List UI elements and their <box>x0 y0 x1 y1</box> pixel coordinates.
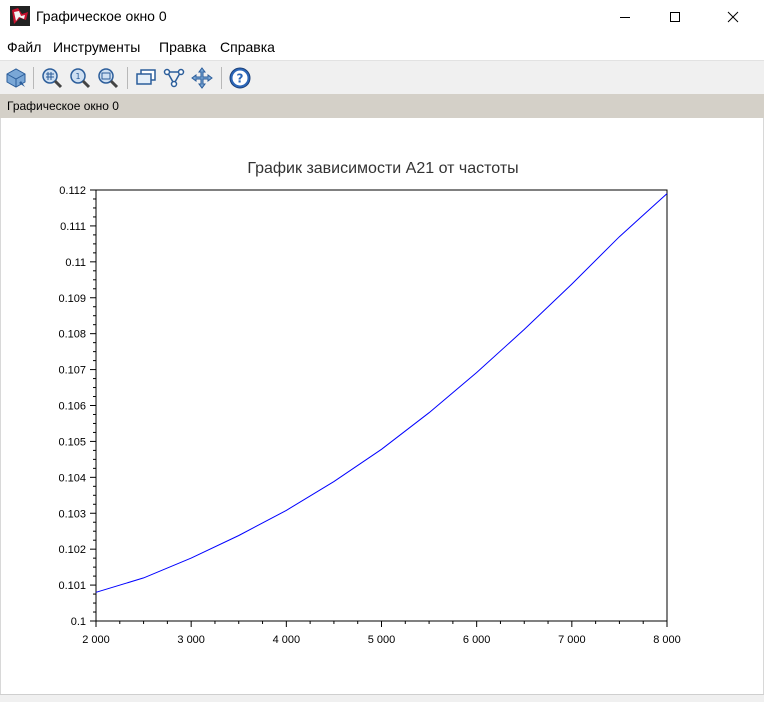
figure-label-bar: Графическое окно 0 <box>0 94 764 118</box>
maximize-button[interactable] <box>652 0 698 34</box>
y-tick-label: 0.101 <box>58 580 86 592</box>
menu-file[interactable]: Файл <box>7 39 41 55</box>
status-strip <box>0 694 764 702</box>
graphics-window: Графическое окно 0 Файл Инструменты Прав… <box>0 0 764 702</box>
y-tick-label: 0.1 <box>71 616 86 628</box>
title-bar[interactable]: Графическое окно 0 <box>0 0 764 34</box>
y-tick-label: 0.104 <box>58 472 86 484</box>
chart-title: График зависимости А21 от частоты <box>247 160 518 177</box>
menu-edit[interactable]: Правка <box>159 39 206 55</box>
y-tick-label: 0.107 <box>58 365 86 377</box>
x-tick-label: 2 000 <box>82 634 110 646</box>
y-axis: 0.1 0.101 0.102 0.103 0.104 0.105 0.106 0.107 0.… <box>58 185 96 628</box>
zoom-area-icon[interactable] <box>40 66 64 90</box>
scilab-app-icon <box>10 6 30 26</box>
pan-icon[interactable] <box>190 66 214 90</box>
x-tick-label: 8 000 <box>653 634 681 646</box>
x-tick-label: 6 000 <box>463 634 491 646</box>
svg-text:?: ? <box>237 72 244 86</box>
x-tick-label: 3 000 <box>177 634 205 646</box>
x-tick-label: 7 000 <box>558 634 586 646</box>
menu-help[interactable]: Справка <box>220 39 275 55</box>
series-layer <box>95 193 668 593</box>
x-axis: 2 000 3 000 4 000 5 000 6 000 7 000 8 000 <box>82 621 681 646</box>
y-tick-label: 0.106 <box>58 401 86 413</box>
rotate-icon[interactable] <box>4 66 28 90</box>
close-button[interactable] <box>710 0 756 34</box>
y-tick-label: 0.111 <box>60 221 86 233</box>
toolbar-separator <box>221 67 222 89</box>
zoom-in-icon[interactable]: 1 <box>68 66 92 90</box>
y-tick-label: 0.11 <box>65 257 86 269</box>
svg-text:1: 1 <box>75 72 80 81</box>
figure-label: Графическое окно 0 <box>7 99 119 113</box>
toolbar-separator <box>127 67 128 89</box>
y-tick-label: 0.102 <box>58 544 86 556</box>
line-chart: График зависимости А21 от частоты 0.10.1… <box>58 160 681 646</box>
x-tick-label: 5 000 <box>368 634 396 646</box>
toolbar: 1 ? <box>0 60 764 95</box>
plot-area[interactable]: График зависимости А21 от частоты 0.1 0.1… <box>0 118 764 694</box>
series-line <box>95 193 668 593</box>
x-tick-label: 4 000 <box>273 634 301 646</box>
datatip-icon[interactable] <box>134 66 158 90</box>
y-tick-label: 0.105 <box>58 436 86 448</box>
window-border-left <box>0 118 1 702</box>
y-tick-label: 0.108 <box>58 329 86 341</box>
y-tick-label: 0.103 <box>58 508 86 520</box>
window-title: Графическое окно 0 <box>36 8 167 24</box>
minimize-button[interactable] <box>602 0 648 34</box>
zoom-out-icon[interactable] <box>96 66 120 90</box>
axes-frame <box>95 189 668 622</box>
help-icon[interactable]: ? <box>228 66 252 90</box>
y-tick-label: 0.112 <box>59 185 86 197</box>
graph-icon[interactable] <box>162 66 186 90</box>
menu-bar: Файл Инструменты Правка Справка <box>0 38 764 58</box>
menu-tools[interactable]: Инструменты <box>53 39 140 55</box>
y-tick-label: 0.109 <box>58 293 86 305</box>
toolbar-separator <box>33 67 34 89</box>
